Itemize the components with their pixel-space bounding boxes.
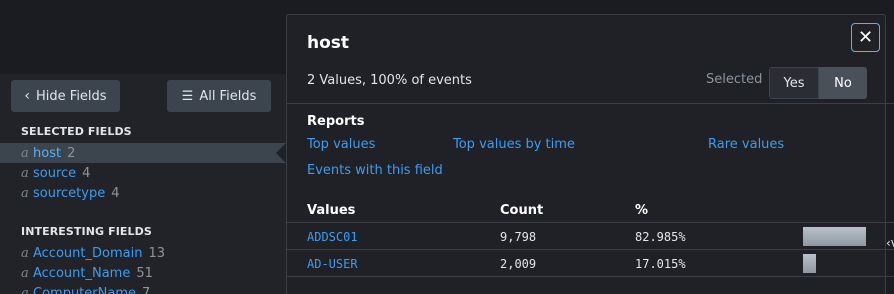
popover-pointer [276,143,286,163]
percent-cell: 17.015% [635,257,686,271]
close-icon: ✕ [857,27,874,48]
column-values: Values [307,203,356,218]
toggle-no-button[interactable]: No [819,67,867,99]
table-row: ADDSC01 9,798 82.985% [287,223,894,250]
field-name: Account_Name [33,265,131,281]
column-percent: % [635,203,649,218]
screen: ‹ Hide Fields ☰ All Fields SELECTED FIEL… [0,0,894,294]
list-icon: ☰ [181,88,194,104]
hide-fields-button[interactable]: ‹ Hide Fields [11,80,120,112]
selected-fields-title: SELECTED FIELDS [21,125,132,138]
all-fields-label: All Fields [199,88,257,104]
field-count: 2 [67,145,76,161]
field-summary-popover: host ✕ 2 Values, 100% of events Selected… [286,14,894,294]
field-item-source[interactable]: a source 4 [0,163,286,183]
value-summary: 2 Values, 100% of events [307,73,472,88]
field-item-host[interactable]: a host 2 [0,143,286,163]
field-item-account-domain[interactable]: a Account_Domain 13 [0,243,286,263]
field-name: ComputerName [33,285,136,294]
field-type-icon: a [21,265,29,281]
column-count: Count [500,203,544,218]
field-count: 4 [111,185,120,201]
field-item-sourcetype[interactable]: a sourcetype 4 [0,183,286,203]
table-row: AD-USER 2,009 17.015% [287,250,894,277]
reports-title: Reports [307,114,365,129]
chevron-left-icon: ‹ [24,88,31,104]
field-count: 51 [136,265,153,281]
toggle-yes-button[interactable]: Yes [769,67,819,99]
count-cell: 2,009 [500,257,537,271]
field-type-icon: a [21,165,29,181]
value-cell[interactable]: ADDSC01 [307,230,358,244]
hide-fields-label: Hide Fields [36,88,107,104]
selected-label: Selected [706,72,763,87]
all-fields-button[interactable]: ☰ All Fields [167,80,271,112]
value-cell[interactable]: AD-USER [307,257,358,271]
percent-bar [803,227,866,246]
field-type-icon: a [21,145,29,161]
field-name: host [33,145,62,161]
field-type-icon: a [21,185,29,201]
field-name: source [33,165,77,181]
values-table-header: Values Count % [287,197,894,223]
field-type-icon: a [21,285,29,294]
selected-toggle: Yes No [769,67,867,99]
count-cell: 9,798 [500,230,537,244]
field-count: 7 [141,285,151,294]
field-name: sourcetype [33,185,106,201]
top-values-by-time-link[interactable]: Top values by time [453,137,575,152]
events-with-field-link[interactable]: Events with this field [307,163,443,178]
popover-title: host [307,33,350,53]
rare-values-link[interactable]: Rare values [708,137,784,152]
field-count: 13 [148,245,165,261]
toolbar-area [0,0,286,74]
field-type-icon: a [21,245,29,261]
field-count: 4 [82,165,91,181]
top-values-link[interactable]: Top values [307,137,375,152]
divider [287,103,894,104]
field-item-account-name[interactable]: a Account_Name 51 [0,263,286,283]
percent-cell: 82.985% [635,230,686,244]
percent-bar [803,254,816,273]
field-name: Account_Domain [33,245,143,261]
close-button[interactable]: ✕ [851,23,880,52]
field-item-computer-name[interactable]: a ComputerName 7 [0,283,286,294]
interesting-fields-title: INTERESTING FIELDS [21,225,152,238]
